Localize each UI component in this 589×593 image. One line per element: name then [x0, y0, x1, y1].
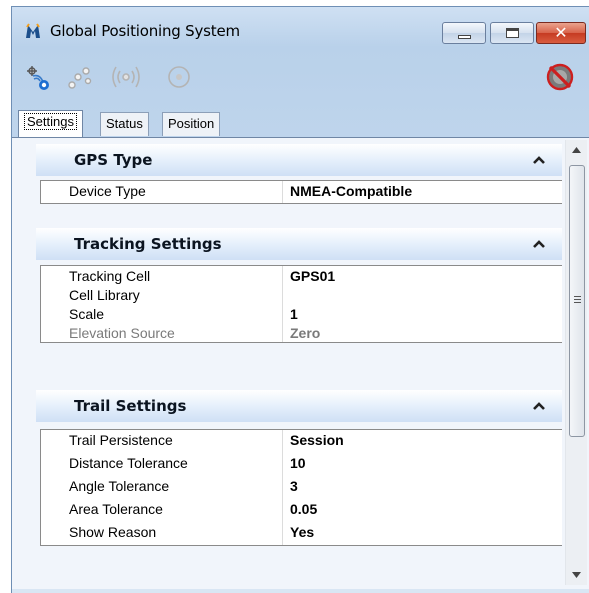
vertical-scrollbar[interactable]	[565, 140, 587, 585]
trail-settings-properties: Trail Persistence Session Distance Toler…	[40, 429, 562, 546]
title-bar[interactable]: Global Positioning System ✕	[12, 7, 589, 53]
maximize-icon	[506, 28, 519, 38]
window-title: Global Positioning System	[50, 22, 240, 40]
property-row-show-reason[interactable]: Show Reason Yes	[41, 522, 562, 545]
tab-position-label: Position	[168, 116, 215, 131]
scroll-down-icon	[572, 572, 581, 578]
tab-settings-label: Settings	[24, 113, 77, 130]
property-value: Zero	[290, 325, 321, 341]
property-row-device-type[interactable]: Device Type NMEA-Compatible	[41, 181, 562, 203]
property-row-scale[interactable]: Scale 1	[41, 304, 562, 323]
section-title: GPS Type	[74, 151, 153, 169]
collapse-icon[interactable]	[532, 154, 546, 166]
section-header-gps-type[interactable]: GPS Type	[36, 144, 562, 176]
property-name: Device Type	[69, 183, 146, 199]
property-value[interactable]: Yes	[290, 524, 314, 540]
grip-icon	[574, 296, 581, 303]
maximize-button[interactable]	[490, 22, 534, 44]
tracking-settings-properties: Tracking Cell GPS01 Cell Library Scale 1…	[40, 265, 562, 343]
property-value[interactable]: 10	[290, 455, 306, 471]
property-name: Scale	[69, 306, 105, 322]
collapse-icon[interactable]	[532, 238, 546, 250]
settings-panel: GPS Type Device Type NMEA-Compatible Tra…	[12, 137, 589, 589]
section-title: Trail Settings	[74, 397, 187, 415]
property-value[interactable]: 0.05	[290, 501, 317, 517]
property-name: Tracking Cell	[69, 268, 151, 284]
property-name: Trail Persistence	[69, 432, 173, 448]
minimize-button[interactable]	[442, 22, 486, 44]
property-row-distance-tolerance[interactable]: Distance Tolerance 10	[41, 453, 562, 476]
property-row-angle-tolerance[interactable]: Angle Tolerance 3	[41, 476, 562, 499]
property-value[interactable]: GPS01	[290, 268, 335, 284]
scroll-up-icon	[572, 147, 581, 153]
property-value[interactable]: 3	[290, 478, 298, 494]
property-value[interactable]: 1	[290, 306, 298, 322]
section-header-tracking-settings[interactable]: Tracking Settings	[36, 228, 562, 260]
property-row-tracking-cell[interactable]: Tracking Cell GPS01	[41, 266, 562, 285]
minimize-icon	[458, 35, 471, 39]
collapse-icon[interactable]	[532, 400, 546, 412]
gps-window: Global Positioning System ✕ Settings Sta…	[11, 6, 589, 593]
scroll-up-button[interactable]	[566, 140, 587, 160]
tab-status[interactable]: Status	[100, 112, 149, 136]
gps-type-properties: Device Type NMEA-Compatible	[40, 180, 562, 204]
tab-bar: Settings Status Position	[12, 108, 589, 138]
toolbar	[12, 53, 589, 109]
property-name: Distance Tolerance	[69, 455, 188, 471]
disconnect-icon[interactable]	[544, 61, 576, 93]
property-value[interactable]: NMEA-Compatible	[290, 183, 412, 199]
scroll-down-button[interactable]	[566, 565, 587, 585]
property-row-area-tolerance[interactable]: Area Tolerance 0.05	[41, 499, 562, 522]
signal-broadcast-icon[interactable]	[110, 61, 142, 93]
tab-position[interactable]: Position	[162, 112, 221, 136]
property-name: Elevation Source	[69, 325, 175, 341]
gps-connect-icon[interactable]	[22, 61, 54, 93]
app-logo-icon	[26, 23, 40, 38]
close-icon: ✕	[554, 23, 568, 42]
property-name: Cell Library	[69, 287, 140, 303]
close-button[interactable]: ✕	[536, 22, 586, 44]
property-row-trail-persistence[interactable]: Trail Persistence Session	[41, 430, 562, 453]
property-name: Show Reason	[69, 524, 157, 540]
property-name: Angle Tolerance	[69, 478, 170, 494]
section-title: Tracking Settings	[74, 235, 222, 253]
tab-status-label: Status	[106, 116, 143, 131]
satellites-icon[interactable]	[64, 61, 96, 93]
scroll-thumb[interactable]	[569, 165, 585, 437]
property-value[interactable]: Session	[290, 432, 344, 448]
property-row-cell-library[interactable]: Cell Library	[41, 285, 562, 304]
property-name: Area Tolerance	[69, 501, 163, 517]
target-icon[interactable]	[163, 61, 195, 93]
tab-settings[interactable]: Settings	[18, 110, 83, 137]
section-header-trail-settings[interactable]: Trail Settings	[36, 390, 562, 422]
property-row-elevation-source: Elevation Source Zero	[41, 323, 562, 342]
settings-scroll-area: GPS Type Device Type NMEA-Compatible Tra…	[20, 140, 562, 585]
